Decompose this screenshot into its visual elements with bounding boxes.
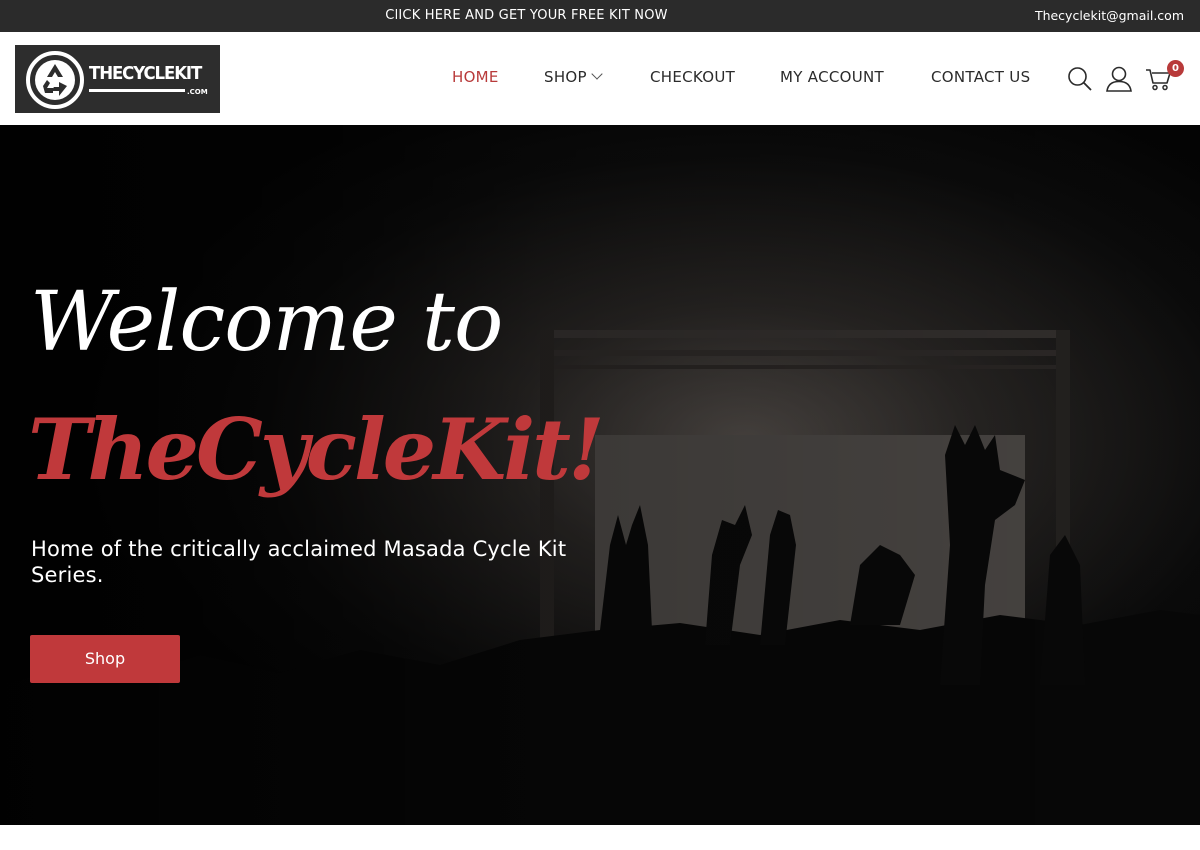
nav-my-account[interactable]: MY ACCOUNT [780,68,884,86]
logo-underline [89,89,185,92]
account-button[interactable] [1105,65,1133,93]
nav-shop[interactable]: SHOP [544,68,603,86]
cart-count-badge: 0 [1167,60,1184,77]
announcement-bar: ClICK HERE AND GET YOUR FREE KIT NOW The… [0,0,1200,32]
hero-subtitle: Home of the critically acclaimed Masada … [31,537,567,587]
nav-contact-us[interactable]: CONTACT US [931,68,1030,86]
nav-shop-label: SHOP [544,68,587,86]
search-button[interactable] [1066,65,1094,93]
logo-wordmark: THECYCLEKIT [89,63,202,84]
page-bottom-strip [0,825,1200,850]
site-logo[interactable]: THECYCLEKIT .COM [15,45,220,113]
hero-welcome-text: Welcome to [30,275,503,370]
nav-home[interactable]: HOME [452,68,499,86]
logo-suffix: .COM [187,88,208,96]
hero-brand-text: TheCycleKit! [28,400,605,499]
nav-checkout[interactable]: CHECKOUT [650,68,735,86]
chevron-down-icon [591,68,603,80]
hero-banner: Welcome to TheCycleKit! Home of the crit… [0,125,1200,825]
recycle-icon [26,51,84,109]
search-icon [1068,67,1092,91]
free-kit-promo-link[interactable]: ClICK HERE AND GET YOUR FREE KIT NOW [0,0,1053,32]
site-header: THECYCLEKIT .COM HOME SHOP CHECKOUT MY A… [0,32,1200,125]
user-icon [1106,66,1132,92]
contact-email-link[interactable]: Thecyclekit@gmail.com [1035,0,1184,32]
shop-button[interactable]: Shop [30,635,180,683]
